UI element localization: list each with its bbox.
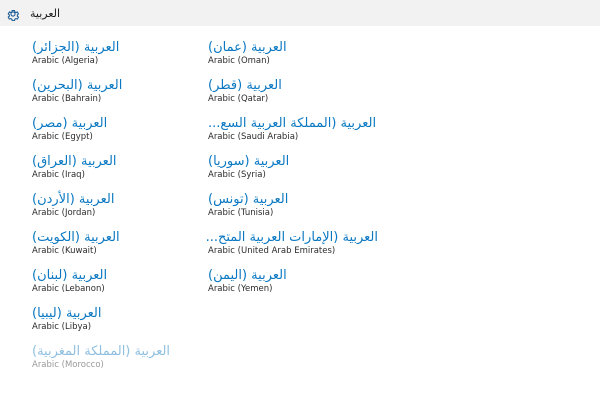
language-native-name: العربية (الكويت) [32,230,120,245]
language-list: العربية (الجزائر) Arabic (Algeria) العرب… [0,26,600,400]
language-english-name: Arabic (Morocco) [32,360,104,370]
language-native-name: العربية (ليبيا) [32,306,102,321]
language-item-uae[interactable]: العربية (الإمارات العربية المتح... Arabi… [205,230,378,257]
language-item-kuwait[interactable]: العربية (الكويت) Arabic (Kuwait) [32,230,202,257]
language-native-name: العربية (العراق) [32,154,117,169]
language-item-saudi-arabia[interactable]: العربية (المملكة العربية السع... Arabic … [208,116,378,143]
language-native-name: العربية (مصر) [32,116,108,131]
language-english-name: Arabic (Egypt) [32,132,93,142]
language-item-algeria[interactable]: العربية (الجزائر) Arabic (Algeria) [32,40,202,67]
language-item-libya[interactable]: العربية (ليبيا) Arabic (Libya) [32,306,202,333]
language-native-name: العربية (عمان) [208,40,287,55]
language-english-name: Arabic (Yemen) [208,284,273,294]
language-english-name: Arabic (Oman) [208,56,270,66]
language-item-syria[interactable]: العربية (سوريا) Arabic (Syria) [208,154,378,181]
language-native-name: العربية (الإمارات العربية المتح... [205,230,378,245]
language-item-egypt[interactable]: العربية (مصر) Arabic (Egypt) [32,116,202,143]
language-english-name: Arabic (Syria) [208,170,266,180]
language-item-morocco[interactable]: العربية (المملكة المغربية) Arabic (Moroc… [32,344,202,371]
language-native-name: العربية (البحرين) [32,78,123,93]
language-item-lebanon[interactable]: العربية (لبنان) Arabic (Lebanon) [32,268,202,295]
language-english-name: Arabic (Lebanon) [32,284,105,294]
title-bar: العربية [0,0,600,26]
language-native-name: العربية (سوريا) [208,154,290,169]
language-native-name: العربية (الأردن) [32,192,115,207]
language-item-oman[interactable]: العربية (عمان) Arabic (Oman) [208,40,378,67]
language-item-iraq[interactable]: العربية (العراق) Arabic (Iraq) [32,154,202,181]
gear-icon[interactable] [6,6,20,22]
language-english-name: Arabic (Kuwait) [32,246,97,256]
language-native-name: العربية (اليمن) [208,268,287,283]
language-english-name: Arabic (Jordan) [32,208,96,218]
language-english-name: Arabic (Saudi Arabia) [208,132,299,142]
language-native-name: العربية (المملكة العربية السع... [208,116,377,131]
language-native-name: العربية (المملكة المغربية) [32,344,171,359]
language-english-name: Arabic (Tunisia) [208,208,274,218]
language-native-name: العربية (لبنان) [32,268,108,283]
language-item-bahrain[interactable]: العربية (البحرين) Arabic (Bahrain) [32,78,202,105]
language-item-qatar[interactable]: العربية (قطر) Arabic (Qatar) [208,78,378,105]
page-title: العربية [30,6,61,20]
language-item-jordan[interactable]: العربية (الأردن) Arabic (Jordan) [32,192,202,219]
language-english-name: Arabic (Libya) [32,322,92,332]
language-english-name: Arabic (Bahrain) [32,94,102,104]
language-native-name: العربية (تونس) [208,192,289,207]
language-english-name: Arabic (United Arab Emirates) [208,246,336,256]
language-item-yemen[interactable]: العربية (اليمن) Arabic (Yemen) [208,268,378,295]
language-english-name: Arabic (Qatar) [208,94,269,104]
language-native-name: العربية (الجزائر) [32,40,120,55]
language-english-name: Arabic (Algeria) [32,56,99,66]
language-item-tunisia[interactable]: العربية (تونس) Arabic (Tunisia) [208,192,378,219]
language-english-name: Arabic (Iraq) [32,170,85,180]
language-native-name: العربية (قطر) [208,78,282,93]
